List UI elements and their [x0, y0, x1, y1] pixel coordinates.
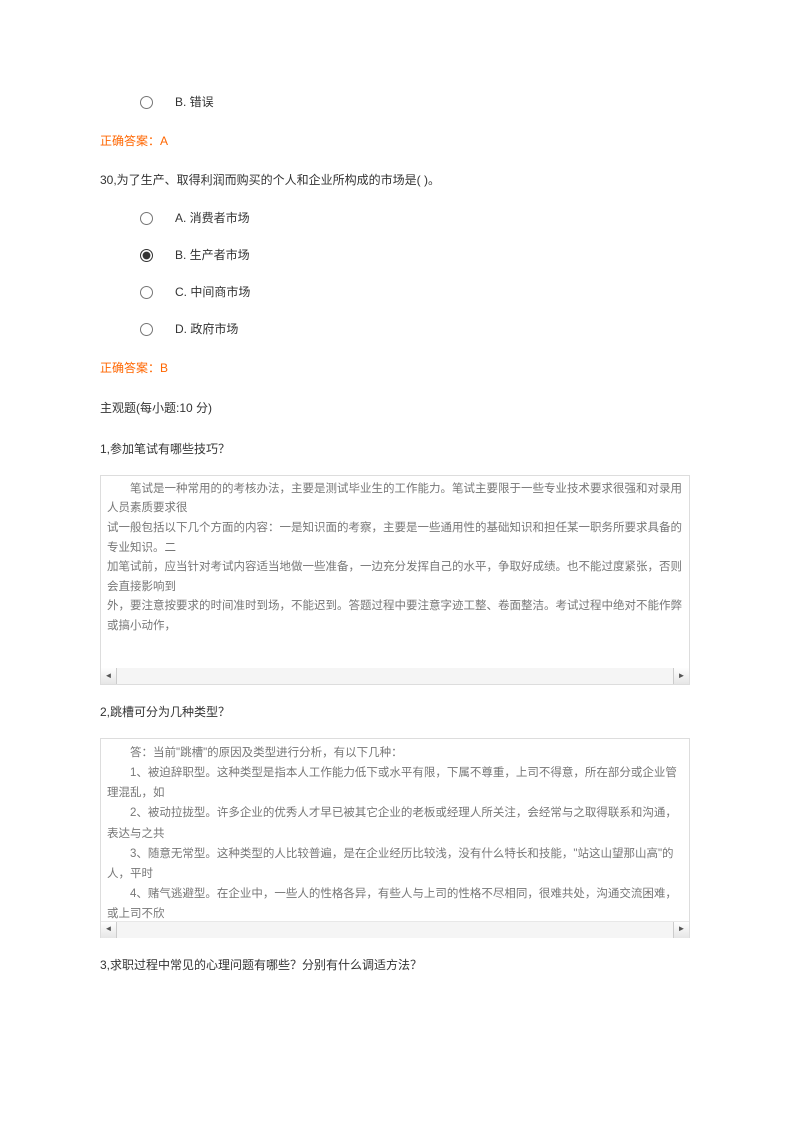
- q30-radio-d[interactable]: [140, 323, 153, 336]
- q30-option-a: A. 消费者市场: [140, 209, 694, 228]
- q30-correct-answer: 正确答案：B: [100, 359, 694, 378]
- q30-radio-a[interactable]: [140, 212, 153, 225]
- sq1-answer-box: 笔试是一种常用的的考核办法，主要是测试毕业生的工作能力。笔试主要限于一些专业技术…: [100, 475, 690, 685]
- sq2-answer-content[interactable]: 答：当前"跳槽"的原因及类型进行分析，有以下几种： 1、被迫辞职型。这种类型是指…: [101, 739, 689, 921]
- sq2-answer-box: 答：当前"跳槽"的原因及类型进行分析，有以下几种： 1、被迫辞职型。这种类型是指…: [100, 738, 690, 938]
- q30-option-d-text: D. 政府市场: [175, 320, 238, 339]
- q30-radio-c[interactable]: [140, 286, 153, 299]
- subjective-q3: 3,求职过程中常见的心理问题有哪些？分别有什么调适方法？: [100, 956, 694, 975]
- q30-radio-b[interactable]: [140, 249, 153, 262]
- q30-option-b: B. 生产者市场: [140, 246, 694, 265]
- q29-correct-answer: 正确答案：A: [100, 132, 694, 151]
- scroll-track[interactable]: [117, 668, 673, 684]
- q30-text: 30,为了生产、取得利润而购买的个人和企业所构成的市场是( )。: [100, 171, 694, 190]
- q30-option-c-text: C. 中间商市场: [175, 283, 250, 302]
- q30-option-b-text: B. 生产者市场: [175, 246, 250, 265]
- q30-option-c: C. 中间商市场: [140, 283, 694, 302]
- subjective-q1: 1,参加笔试有哪些技巧？: [100, 440, 694, 459]
- scroll-left-icon[interactable]: ◄: [101, 668, 117, 684]
- q29-option-b: B. 错误: [140, 93, 694, 112]
- scroll-left-icon[interactable]: ◄: [101, 922, 117, 938]
- q29-option-b-text: B. 错误: [175, 93, 214, 112]
- sq1-answer-content[interactable]: 笔试是一种常用的的考核办法，主要是测试毕业生的工作能力。笔试主要限于一些专业技术…: [101, 476, 689, 668]
- scroll-right-icon[interactable]: ►: [673, 922, 689, 938]
- q30-option-d: D. 政府市场: [140, 320, 694, 339]
- sq2-scrollbar-h[interactable]: ◄ ►: [101, 921, 689, 937]
- subjective-header: 主观题(每小题:10 分): [100, 399, 694, 418]
- q29-radio-b[interactable]: [140, 96, 153, 109]
- scroll-track[interactable]: [117, 922, 673, 938]
- q30-option-a-text: A. 消费者市场: [175, 209, 250, 228]
- scroll-right-icon[interactable]: ►: [673, 668, 689, 684]
- sq1-scrollbar-h[interactable]: ◄ ►: [101, 668, 689, 684]
- subjective-q2: 2,跳槽可分为几种类型？: [100, 703, 694, 722]
